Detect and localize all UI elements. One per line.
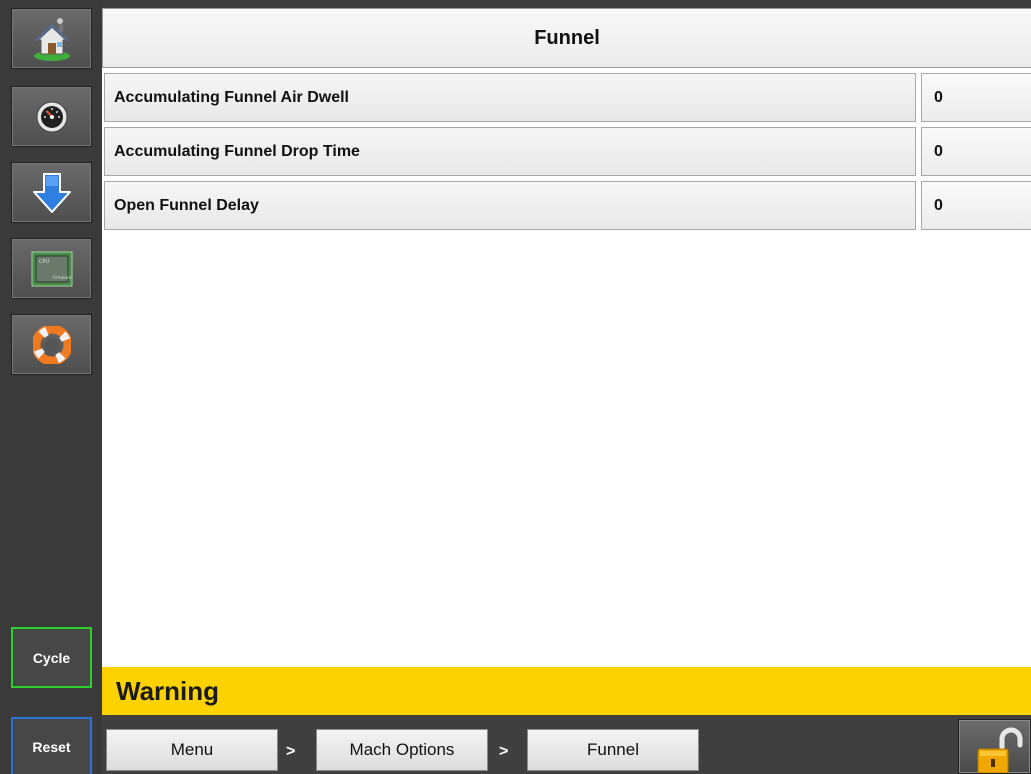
home-icon bbox=[33, 17, 70, 61]
list-item: Accumulating Funnel Drop Time 0 bbox=[104, 127, 1031, 176]
unlocked-padlock-icon bbox=[977, 727, 1023, 773]
breadcrumb-item-menu[interactable]: Menu bbox=[106, 729, 278, 771]
list-item: Accumulating Funnel Air Dwell 0 bbox=[104, 73, 1031, 122]
home-button[interactable] bbox=[11, 8, 92, 69]
param-label: Accumulating Funnel Drop Time bbox=[104, 127, 916, 176]
download-arrow-icon bbox=[32, 172, 71, 213]
svg-text:Firmware: Firmware bbox=[53, 275, 72, 280]
reset-button[interactable]: Reset bbox=[11, 717, 92, 774]
parameter-list: Accumulating Funnel Air Dwell 0 Accumula… bbox=[102, 68, 1031, 667]
param-value-field[interactable]: 0 bbox=[921, 181, 1031, 230]
cycle-button[interactable]: Cycle bbox=[11, 627, 92, 688]
gauge-button[interactable] bbox=[11, 86, 92, 147]
breadcrumb: Menu > Mach Options > Funnel bbox=[102, 715, 1031, 774]
page-title: Funnel bbox=[102, 8, 1031, 68]
param-label: Open Funnel Delay bbox=[104, 181, 916, 230]
warning-banner[interactable]: Warning bbox=[102, 667, 1031, 715]
lifebuoy-icon bbox=[32, 325, 71, 364]
param-label: Accumulating Funnel Air Dwell bbox=[104, 73, 916, 122]
breadcrumb-separator: > bbox=[286, 743, 296, 760]
breadcrumb-item-funnel[interactable]: Funnel bbox=[527, 729, 699, 771]
param-value-field[interactable]: 0 bbox=[921, 127, 1031, 176]
svg-text:CPU: CPU bbox=[39, 259, 50, 265]
cpu-chip-icon: CPU Firmware bbox=[31, 251, 72, 286]
lock-button[interactable] bbox=[958, 719, 1031, 774]
help-button[interactable] bbox=[11, 314, 92, 375]
list-item: Open Funnel Delay 0 bbox=[104, 181, 1031, 230]
breadcrumb-item-mach-options[interactable]: Mach Options bbox=[316, 729, 488, 771]
param-value-field[interactable]: 0 bbox=[921, 73, 1031, 122]
breadcrumb-separator: > bbox=[499, 743, 509, 760]
sidebar: CPU Firmware Cycle Reset bbox=[0, 0, 102, 774]
cpu-button[interactable]: CPU Firmware bbox=[11, 238, 92, 299]
gauge-icon bbox=[36, 101, 67, 132]
download-button[interactable] bbox=[11, 162, 92, 223]
